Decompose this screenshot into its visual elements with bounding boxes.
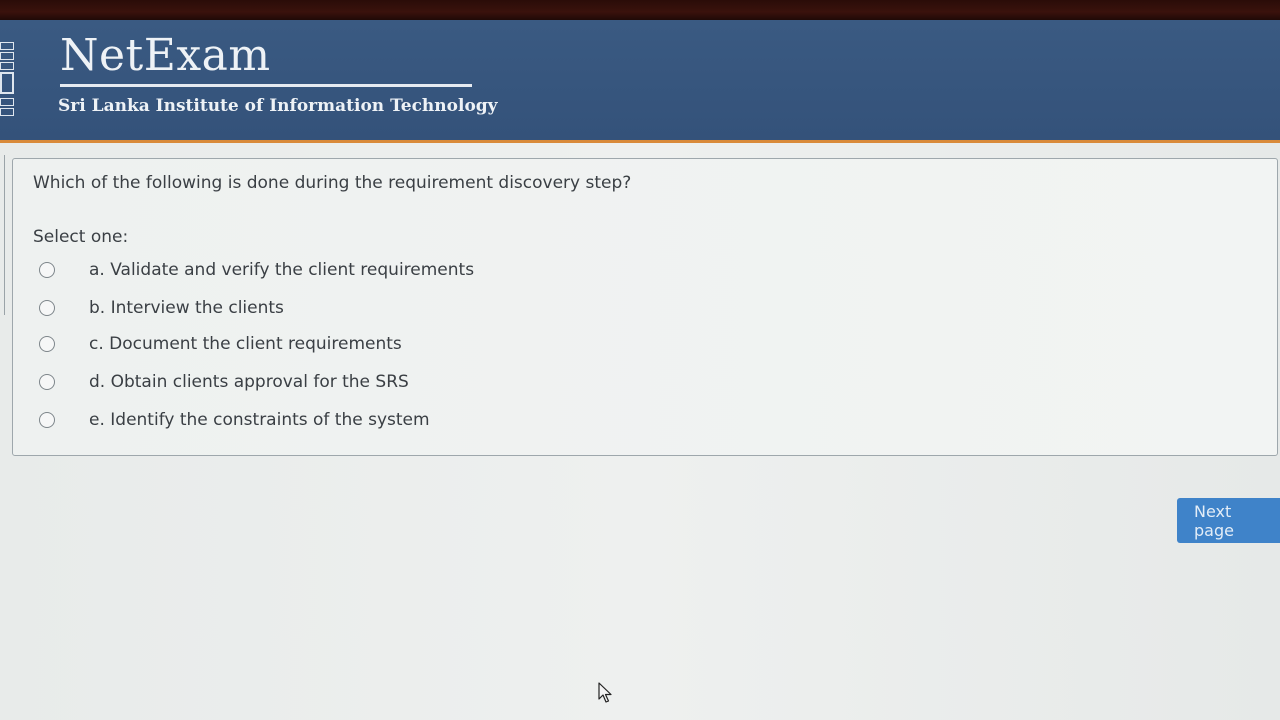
next-page-button[interactable]: Next page: [1177, 498, 1280, 543]
mouse-pointer-icon: [598, 682, 612, 703]
question-text: Which of the following is done during th…: [33, 173, 632, 193]
answer-option-b[interactable]: b. Interview the clients: [39, 295, 739, 321]
answer-option-label[interactable]: e. Identify the constraints of the syste…: [89, 410, 430, 430]
radio-button-c[interactable]: [39, 336, 55, 352]
answer-option-label[interactable]: c. Document the client requirements: [89, 334, 402, 354]
side-panel-edge: [0, 155, 5, 315]
radio-button-b[interactable]: [39, 300, 55, 316]
sliit-logo-icon: [0, 42, 16, 134]
select-one-label: Select one:: [33, 227, 129, 247]
question-card: Which of the following is done during th…: [12, 158, 1278, 456]
brand-divider: [60, 84, 472, 87]
answer-option-d[interactable]: d. Obtain clients approval for the SRS: [39, 369, 739, 395]
brand-subtitle: Sri Lanka Institute of Information Techn…: [58, 96, 498, 116]
radio-button-e[interactable]: [39, 412, 55, 428]
radio-button-a[interactable]: [39, 262, 55, 278]
answer-option-label[interactable]: a. Validate and verify the client requir…: [89, 260, 474, 280]
brand-title[interactable]: NetExam: [60, 30, 271, 81]
radio-button-d[interactable]: [39, 374, 55, 390]
answer-option-c[interactable]: c. Document the client requirements: [39, 331, 739, 357]
answer-option-a[interactable]: a. Validate and verify the client requir…: [39, 257, 739, 283]
answer-option-label[interactable]: b. Interview the clients: [89, 298, 284, 318]
site-header: NetExam Sri Lanka Institute of Informati…: [0, 20, 1280, 143]
answer-option-e[interactable]: e. Identify the constraints of the syste…: [39, 407, 739, 433]
answer-option-label[interactable]: d. Obtain clients approval for the SRS: [89, 372, 409, 392]
monitor-bezel: [0, 0, 1280, 20]
